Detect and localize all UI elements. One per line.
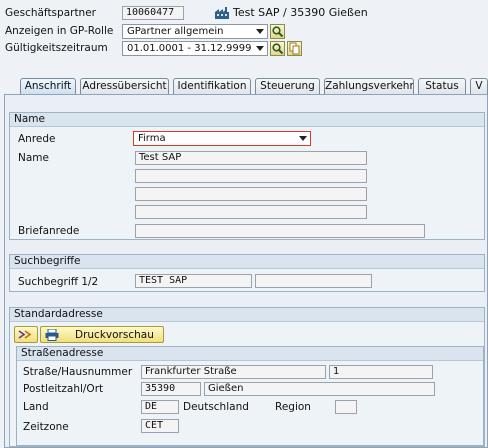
search-terms-title: Suchbegriffe	[10, 255, 484, 269]
tab-panel-anschrift: Name Anrede Firma Name Test SAP Briefanr…	[4, 94, 488, 448]
country-label: Land	[23, 401, 49, 413]
search-icon	[272, 26, 284, 38]
expand-icon	[18, 330, 32, 339]
validity-dropdown[interactable]: 01.01.0001 - 31.12.9999	[122, 41, 268, 56]
search-term-label: Suchbegriff 1/2	[18, 276, 99, 288]
anrede-dropdown-value: Firma	[138, 133, 166, 144]
role-dropdown-value: GPartner allgemein	[127, 26, 224, 37]
region-field[interactable]	[335, 400, 357, 414]
search-terms-group: Suchbegriffe Suchbegriff 1/2 TEST SAP	[9, 254, 485, 292]
chevron-down-icon	[256, 46, 264, 51]
name-label: Name	[18, 152, 49, 164]
postcode-label: Postleitzahl/Ort	[23, 383, 104, 395]
tab-zahlungsverkehr[interactable]: Zahlungsverkehr	[324, 78, 414, 94]
region-label: Region	[275, 401, 311, 413]
validity-copy-button[interactable]	[287, 41, 302, 56]
house-number-field[interactable]: 1	[329, 365, 433, 379]
name-field-3[interactable]	[135, 187, 367, 201]
factory-icon	[215, 7, 229, 19]
country-name: Deutschland	[183, 401, 249, 413]
street-address-title: Straßenadresse	[17, 347, 483, 361]
timezone-label: Zeitzone	[23, 421, 69, 433]
postcode-field[interactable]: 35390	[141, 382, 201, 396]
validity-label: Gültigkeitszeitraum	[5, 42, 108, 54]
print-preview-label: Druckvorschau	[75, 329, 154, 341]
bp-number-field[interactable]: 10060477	[122, 6, 184, 20]
tab-status[interactable]: Status	[418, 78, 466, 94]
search-term-1-field[interactable]: TEST SAP	[135, 274, 252, 288]
standard-address-group: Standardadresse Druckvorschau Straßenadr…	[9, 307, 485, 447]
name-field-4[interactable]	[135, 205, 367, 219]
tab-anschrift[interactable]: Anschrift	[20, 78, 76, 94]
street-label: Straße/Hausnummer	[23, 366, 133, 378]
role-dropdown[interactable]: GPartner allgemein	[122, 24, 268, 39]
role-label: Anzeigen in GP-Rolle	[5, 25, 114, 37]
street-field[interactable]: Frankfurter Straße	[141, 365, 326, 379]
anrede-label: Anrede	[18, 133, 56, 145]
chevron-down-icon	[299, 136, 307, 141]
role-search-button[interactable]	[270, 24, 285, 39]
copy-icon	[289, 42, 300, 55]
printer-icon	[45, 329, 59, 341]
bp-description: Test SAP / 35390 Gießen	[233, 6, 368, 19]
search-icon	[272, 43, 284, 55]
name-group-title: Name	[10, 113, 484, 127]
standard-address-title: Standardadresse	[10, 308, 484, 322]
tab-identifikation[interactable]: Identifikation	[173, 78, 251, 94]
briefanrede-label: Briefanrede	[18, 225, 80, 237]
street-address-group: Straßenadresse Straße/Hausnummer Frankfu…	[16, 346, 484, 446]
search-term-2-field[interactable]	[255, 274, 372, 288]
chevron-down-icon	[256, 29, 264, 34]
name-field-1[interactable]: Test SAP	[135, 151, 367, 165]
briefanrede-field[interactable]	[135, 224, 425, 238]
timezone-field[interactable]: CET	[141, 419, 179, 433]
name-group: Name Anrede Firma Name Test SAP Briefanr…	[9, 112, 485, 240]
country-code-field[interactable]: DE	[141, 400, 179, 414]
expand-address-button[interactable]	[14, 326, 38, 343]
city-field[interactable]: Gießen	[204, 382, 435, 396]
tab-steuerung[interactable]: Steuerung	[255, 78, 320, 94]
bp-label: Geschäftspartner	[5, 7, 96, 19]
name-field-2[interactable]	[135, 169, 367, 183]
print-preview-button[interactable]: Druckvorschau	[40, 326, 164, 343]
validity-search-button[interactable]	[270, 41, 285, 56]
validity-dropdown-value: 01.01.0001 - 31.12.9999	[127, 43, 252, 54]
tab-adressuebersicht[interactable]: Adressübersicht	[80, 78, 169, 94]
tab-more[interactable]: V	[470, 78, 488, 94]
anrede-dropdown[interactable]: Firma	[133, 131, 311, 146]
